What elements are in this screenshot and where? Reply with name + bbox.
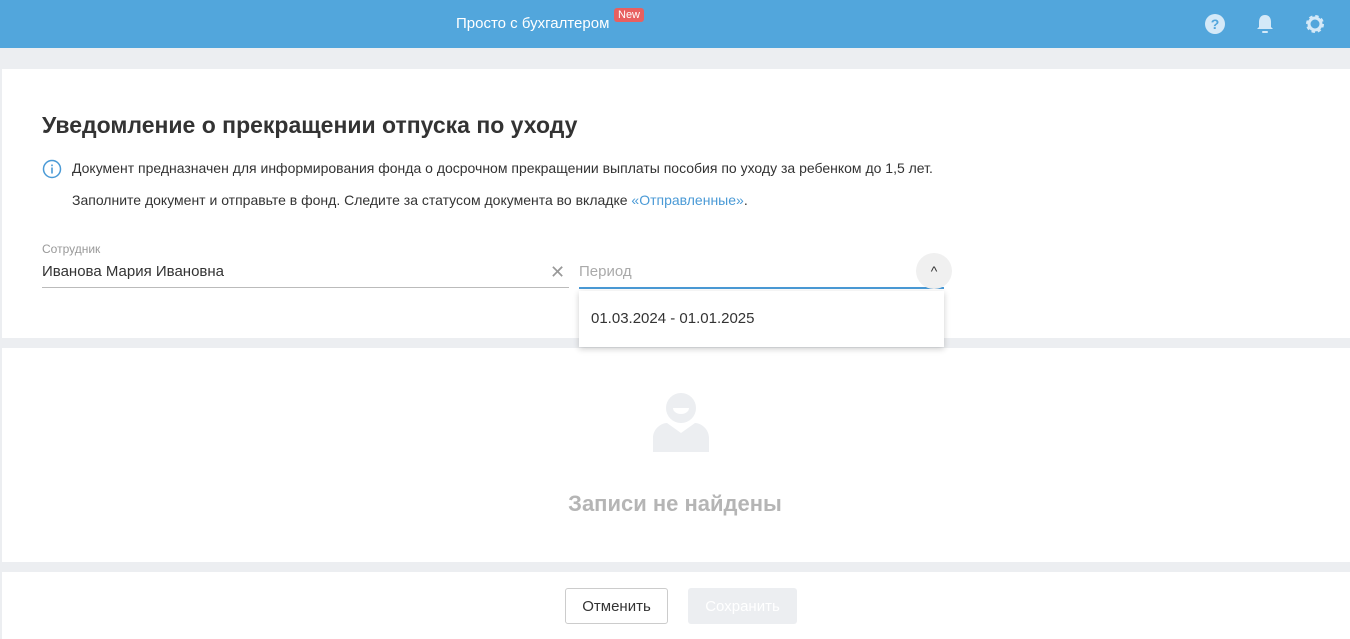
cancel-button[interactable]: Отменить	[565, 588, 668, 624]
new-badge: New	[614, 8, 645, 22]
brand-link[interactable]: Просто с бухгалтером	[456, 15, 609, 32]
clear-icon[interactable]: ✕	[550, 262, 565, 283]
info-text-prefix: Заполните документ и отправьте в фонд. С…	[72, 192, 632, 208]
chevron-up-icon[interactable]: ^	[916, 253, 952, 289]
gear-icon[interactable]	[1304, 13, 1326, 35]
top-bar: Просто с бухгалтером New ?	[0, 0, 1350, 48]
help-icon[interactable]: ?	[1204, 13, 1226, 35]
empty-state-text: Записи не найдены	[568, 491, 782, 516]
svg-text:?: ?	[1211, 16, 1220, 32]
info-text: Документ предназначен для информирования…	[72, 160, 933, 176]
bell-icon[interactable]	[1254, 13, 1276, 35]
records-card	[2, 348, 1350, 562]
person-icon	[653, 393, 709, 452]
info-text-2: Заполните документ и отправьте в фонд. С…	[72, 192, 748, 208]
info-icon	[42, 159, 62, 179]
sent-tab-link[interactable]: «Отправленные»	[631, 192, 743, 208]
footer	[2, 572, 1350, 639]
employee-label: Сотрудник	[42, 242, 101, 256]
period-dropdown: 01.03.2024 - 01.01.2025	[579, 291, 944, 347]
period-option[interactable]: 01.03.2024 - 01.01.2025	[579, 291, 944, 346]
page-title: Уведомление о прекращении отпуска по ухо…	[42, 112, 578, 138]
employee-field[interactable]: Иванова Мария Ивановна	[42, 260, 569, 288]
period-select[interactable]: Период	[579, 260, 944, 289]
info-text-suffix: .	[743, 192, 748, 208]
save-button[interactable]: Сохранить	[688, 588, 797, 624]
